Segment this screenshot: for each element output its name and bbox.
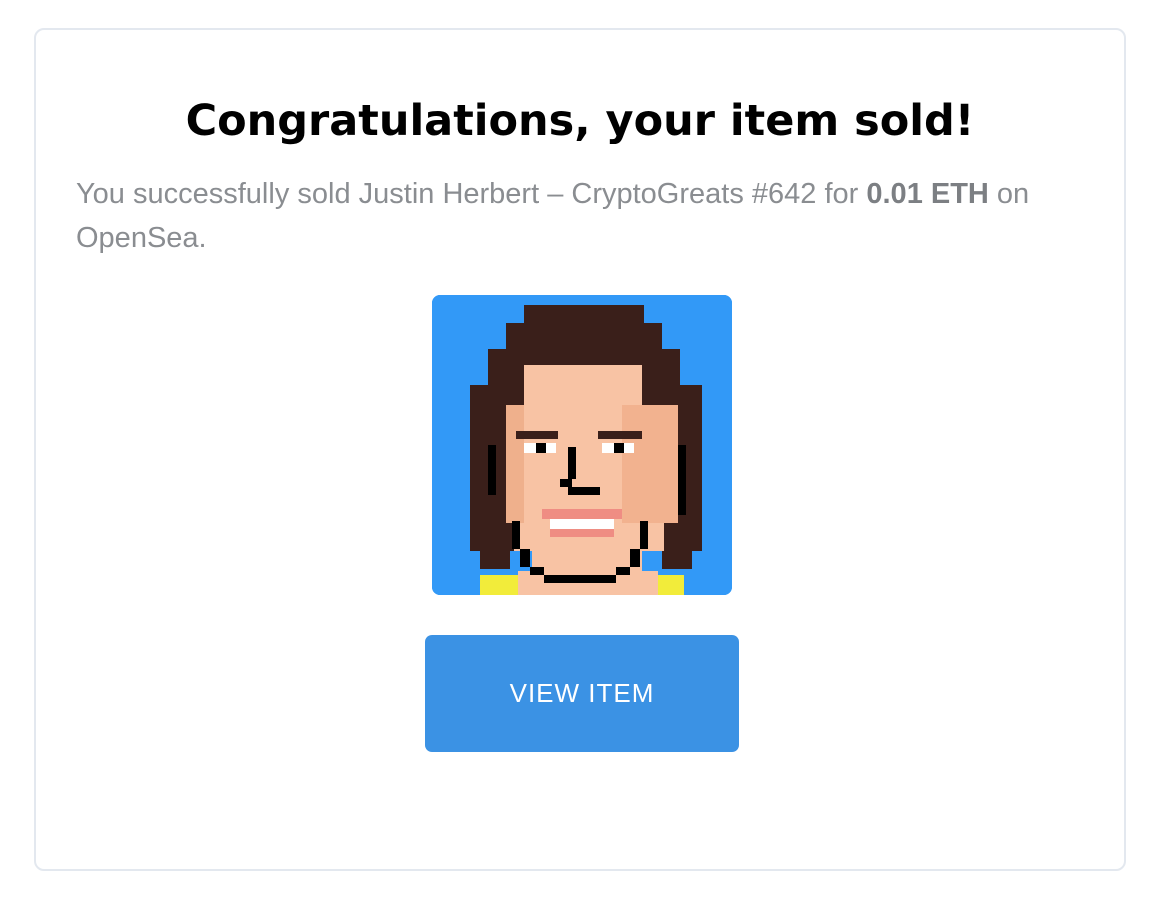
sale-price: 0.01 ETH bbox=[866, 178, 989, 210]
page-title: Congratulations, your item sold! bbox=[185, 96, 975, 146]
sale-confirmation-card: Congratulations, your item sold! You suc… bbox=[34, 28, 1126, 871]
sale-message: You successfully sold Justin Herbert – C… bbox=[76, 172, 1066, 260]
view-item-button[interactable]: VIEW ITEM bbox=[425, 635, 739, 752]
nft-item-image bbox=[432, 295, 732, 595]
sale-message-text: You successfully sold Justin Herbert – C… bbox=[76, 178, 867, 210]
